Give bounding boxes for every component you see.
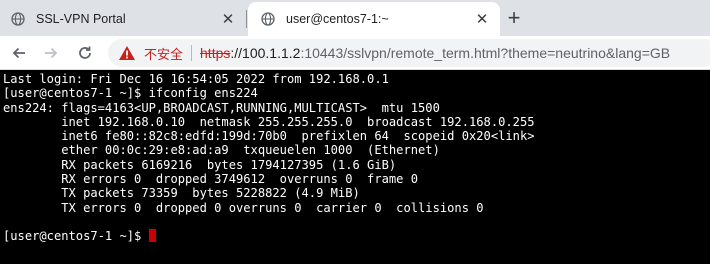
browser-toolbar: 不安全 https://100.1.1.2:10443/sslvpn/remot… xyxy=(0,36,710,70)
globe-icon xyxy=(260,11,276,27)
security-status-label[interactable]: 不安全 xyxy=(144,44,183,63)
warning-icon[interactable] xyxy=(118,45,136,61)
arrow-left-icon xyxy=(12,47,25,59)
tab-terminal[interactable]: user@centos7-1:~ ✕ xyxy=(248,2,500,36)
terminal-line: inet 192.168.0.10 netmask 255.255.255.0 … xyxy=(3,114,535,129)
tab-sslvpn-portal[interactable]: SSL-VPN Portal ✕ xyxy=(0,2,246,36)
terminal-line: ens224: flags=4163<UP,BROADCAST,RUNNING,… xyxy=(3,100,440,115)
reload-button[interactable] xyxy=(72,40,98,66)
close-icon[interactable]: ✕ xyxy=(218,9,238,29)
terminal-line: RX errors 0 dropped 3749612 overruns 0 f… xyxy=(3,172,419,187)
url-path: :10443/sslvpn/remote_term.html?theme=neu… xyxy=(300,45,671,61)
terminal-line: TX packets 73359 bytes 5228822 (4.9 MiB) xyxy=(3,186,360,201)
new-tab-button[interactable]: + xyxy=(500,4,528,32)
close-icon[interactable]: ✕ xyxy=(472,9,492,29)
forward-button[interactable] xyxy=(38,40,64,66)
tab-title: SSL-VPN Portal xyxy=(36,12,126,26)
terminal-prompt-line[interactable]: [user@centos7-1 ~]$ xyxy=(3,229,710,243)
terminal-line: ether 00:0c:29:e8:ad:a9 txqueuelen 1000 … xyxy=(3,143,440,158)
arrow-right-icon xyxy=(45,47,58,59)
globe-icon xyxy=(10,11,26,27)
terminal-line: Last login: Fri Dec 16 16:54:05 2022 fro… xyxy=(3,72,389,86)
reload-icon xyxy=(79,46,91,59)
omnibox-divider xyxy=(191,45,193,61)
address-bar[interactable]: 不安全 https://100.1.1.2:10443/sslvpn/remot… xyxy=(108,39,710,67)
terminal-line: RX packets 6169216 bytes 1794127395 (1.6… xyxy=(3,157,397,172)
url-host: ://100.1.1.2 xyxy=(230,45,301,61)
tab-title: user@centos7-1:~ xyxy=(286,12,389,26)
tab-divider xyxy=(246,10,247,28)
terminal-line: [user@centos7-1 ~]$ ifconfig ens224 xyxy=(3,86,258,101)
terminal-output[interactable]: Last login: Fri Dec 16 16:54:05 2022 fro… xyxy=(0,71,710,264)
url-scheme: https xyxy=(200,45,231,61)
back-button[interactable] xyxy=(6,40,32,66)
tab-strip: SSL-VPN Portal ✕ user@centos7-1:~ ✕ + xyxy=(0,0,710,36)
terminal-line: inet6 fe80::82c8:edfd:199d:70b0 prefixle… xyxy=(3,129,535,144)
terminal-prompt: [user@centos7-1 ~]$ xyxy=(3,229,149,244)
terminal-line: TX errors 0 dropped 0 overruns 0 carrier… xyxy=(3,200,484,215)
text-cursor xyxy=(148,229,156,243)
